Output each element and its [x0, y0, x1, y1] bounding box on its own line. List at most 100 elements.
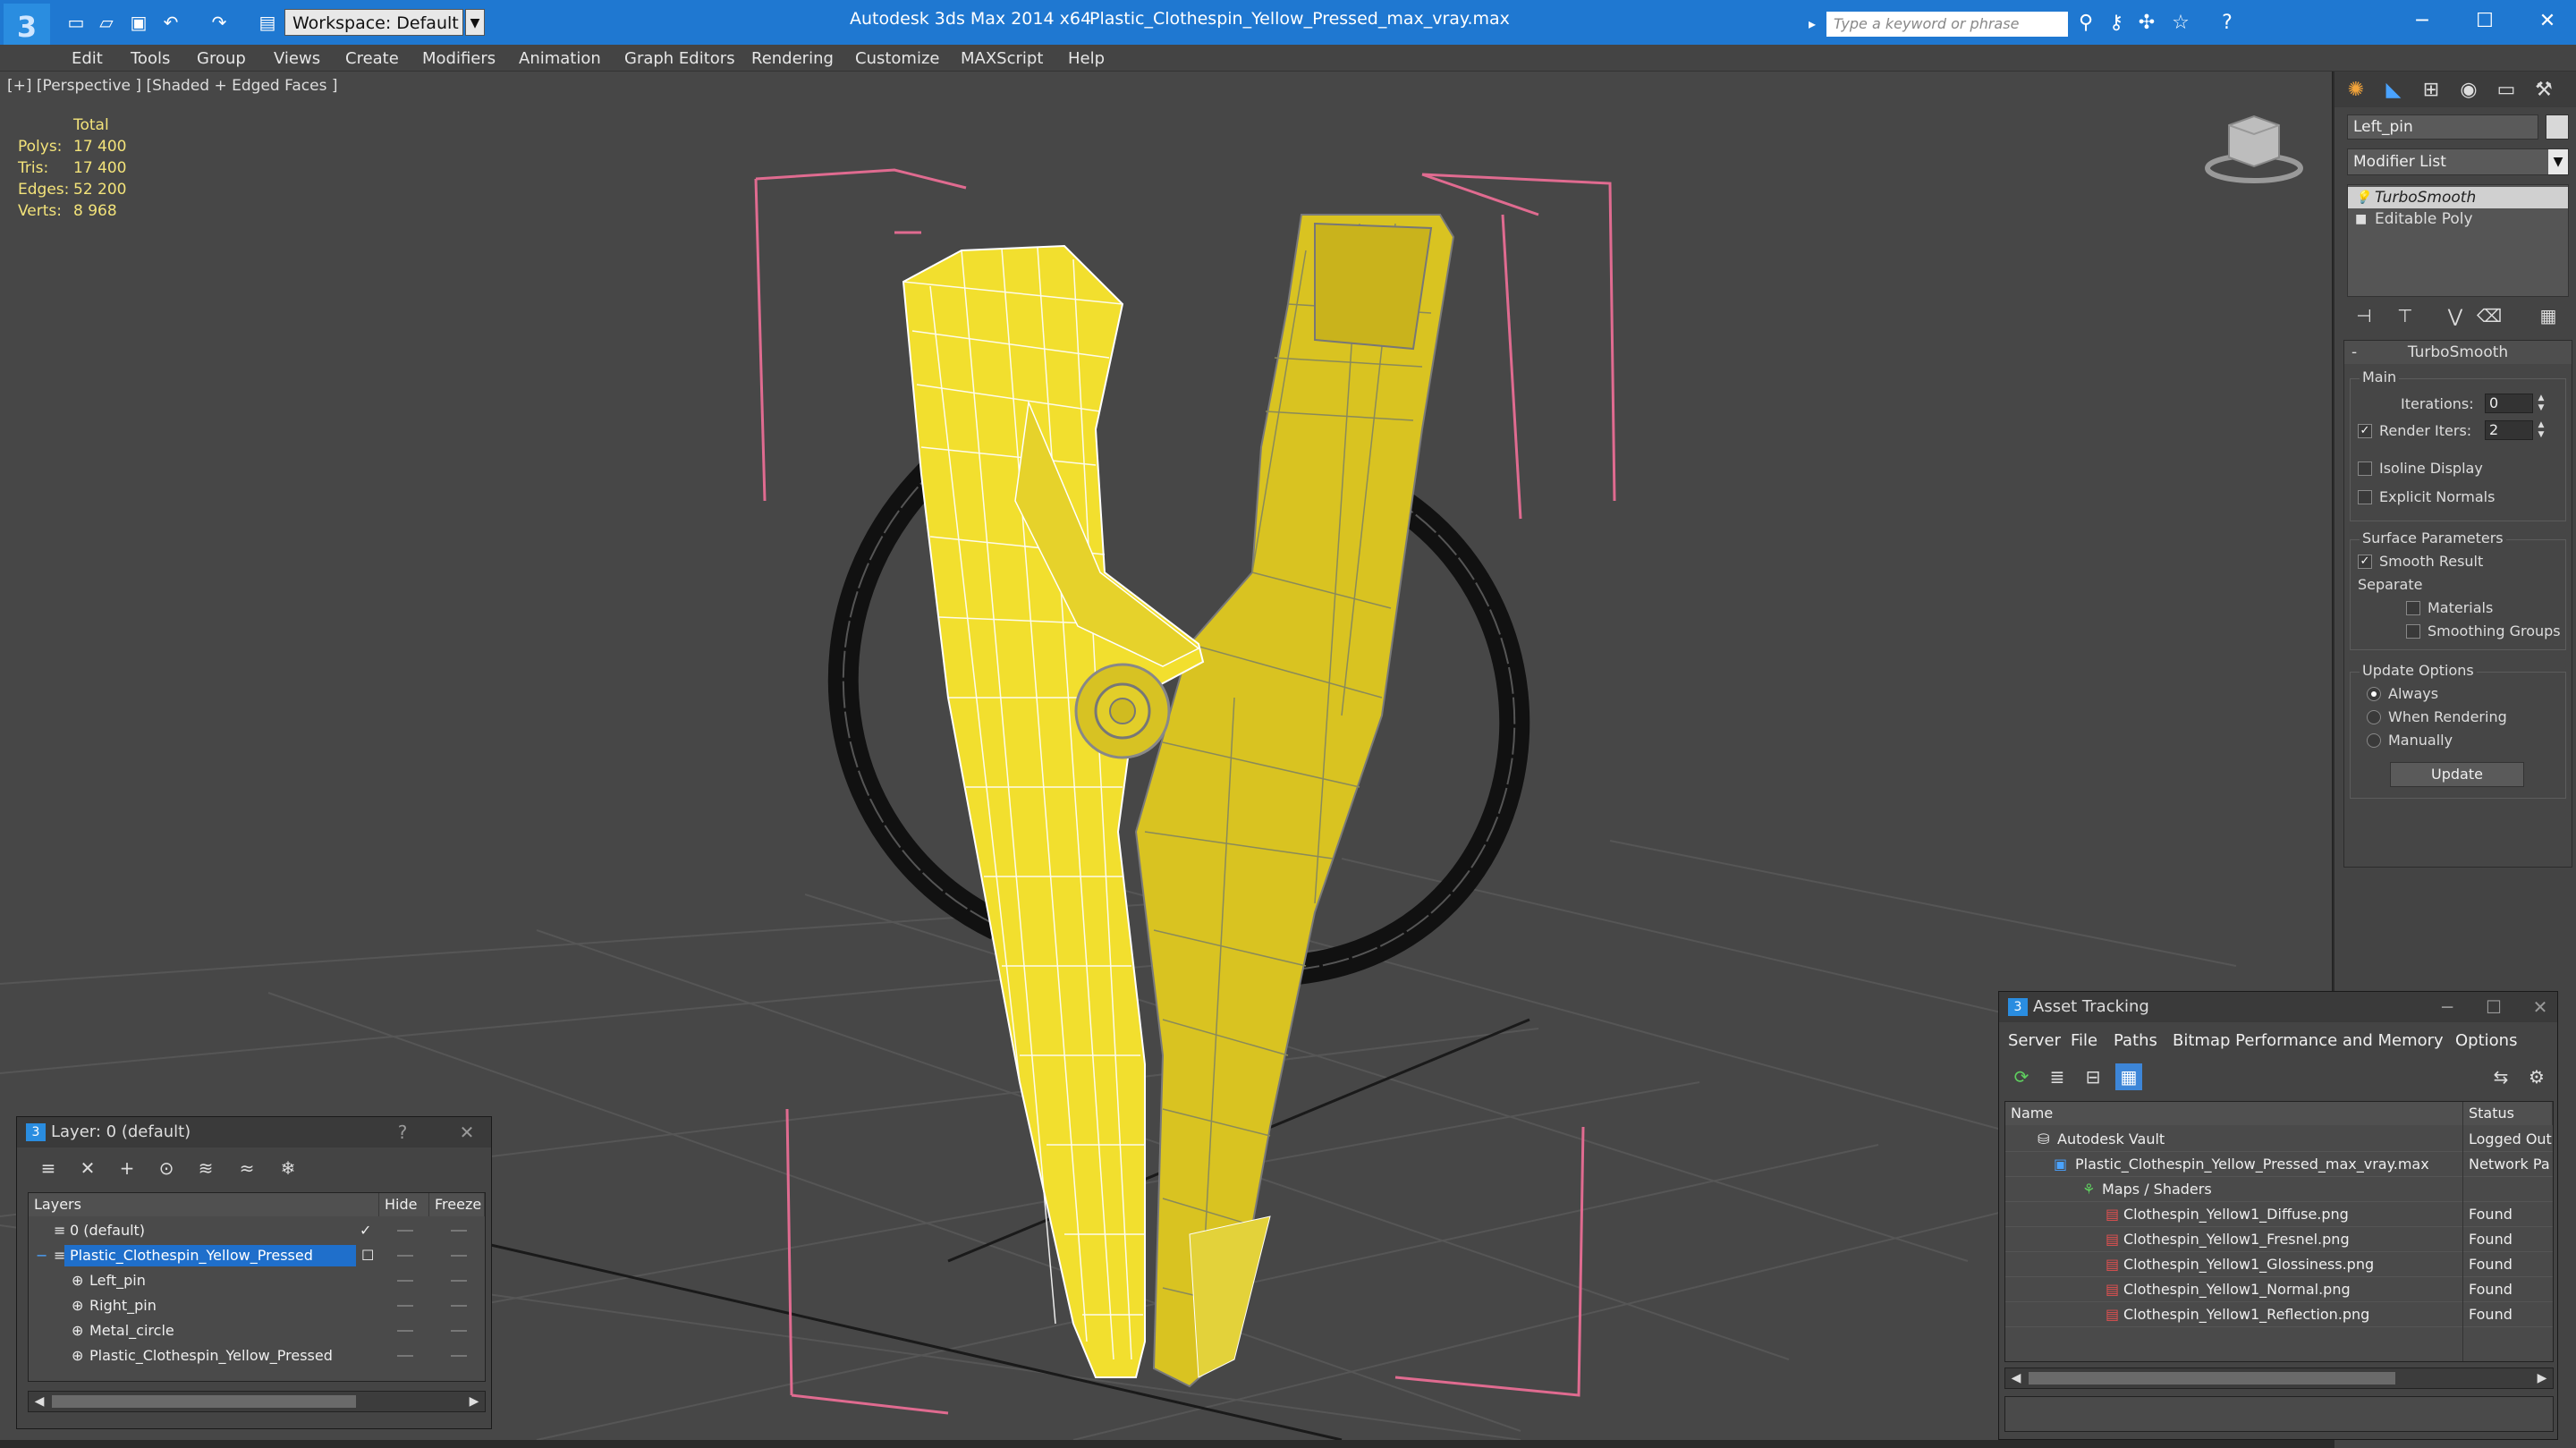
iterations-spin-arrows[interactable]: ▲ ▼ [2535, 394, 2547, 413]
explicit-normals-checkbox[interactable] [2358, 490, 2372, 504]
layer-window-titlebar[interactable]: 3 Layer: 0 (default) ? ✕ [17, 1117, 491, 1147]
minimize-button[interactable]: ─ [2395, 5, 2449, 38]
asset-row[interactable]: ▤ Clothespin_Yellow1_Glossiness.png Foun… [2005, 1252, 2553, 1277]
hide-all-layers-icon[interactable]: ≈ [233, 1155, 260, 1181]
layer-close-button[interactable]: ✕ [452, 1117, 482, 1147]
materials-checkbox[interactable] [2406, 601, 2420, 615]
menu-group[interactable]: Group [197, 49, 246, 68]
scroll-thumb[interactable] [2029, 1372, 2395, 1384]
binoculars-icon[interactable]: ⚲ [2073, 11, 2098, 36]
freeze-all-layers-icon[interactable]: ❄ [275, 1155, 301, 1181]
hide-toggle[interactable] [397, 1280, 413, 1282]
asset-row[interactable]: ▤ Clothespin_Yellow1_Normal.png Found [2005, 1277, 2553, 1302]
layer-horizontal-scrollbar[interactable]: ◀ ▶ [28, 1391, 486, 1412]
stack-item-editable-poly[interactable]: ■ Editable Poly [2348, 208, 2568, 230]
layer-row[interactable]: ⊕ Plastic_Clothespin_Yellow_Pressed [29, 1343, 485, 1368]
freeze-column-header[interactable]: Freeze [429, 1193, 485, 1216]
subscription-icon[interactable]: ✣ [2134, 11, 2159, 36]
asset-status-column-header[interactable]: Status [2463, 1102, 2553, 1125]
maximize-button[interactable]: ☐ [2458, 5, 2512, 38]
layer-row[interactable]: ⊕ Metal_circle [29, 1318, 485, 1343]
delete-layer-icon[interactable]: ✕ [74, 1155, 101, 1181]
scroll-right-icon[interactable]: ▶ [2533, 1368, 2551, 1388]
undo-icon[interactable]: ↶ [159, 11, 182, 34]
asset-horizontal-scrollbar[interactable]: ◀ ▶ [2004, 1368, 2554, 1389]
scroll-thumb[interactable] [52, 1395, 356, 1408]
menu-customize[interactable]: Customize [855, 49, 939, 68]
table-view-icon[interactable]: ▦ [2115, 1063, 2142, 1090]
freeze-toggle[interactable] [451, 1280, 467, 1282]
smooth-result-checkbox[interactable]: ✓ [2358, 555, 2372, 569]
menu-views[interactable]: Views [274, 49, 320, 68]
list-view-icon[interactable]: ≣ [2044, 1063, 2071, 1090]
hide-toggle[interactable] [397, 1330, 413, 1332]
asset-path-field[interactable] [2004, 1396, 2554, 1432]
menu-edit[interactable]: Edit [72, 49, 103, 68]
save-icon[interactable]: ▣ [127, 11, 150, 34]
pin-stack-icon[interactable]: ⊣ [2351, 304, 2377, 327]
collapse-icon[interactable]: - [2351, 341, 2357, 364]
menu-create[interactable]: Create [345, 49, 399, 68]
modifier-list-dropdown[interactable]: Modifier List ▼ [2347, 148, 2569, 175]
menu-modifiers[interactable]: Modifiers [422, 49, 496, 68]
chevron-down-icon[interactable]: ▼ [2548, 149, 2568, 174]
close-button[interactable]: ✕ [2521, 5, 2574, 38]
layer-row[interactable]: − ≡ Plastic_Clothespin_Yellow_Pressed ☐ [29, 1243, 485, 1268]
open-file-icon[interactable]: ▱ [95, 11, 118, 34]
menu-animation[interactable]: Animation [519, 49, 601, 68]
remove-modifier-icon[interactable]: ⌫ [2476, 304, 2503, 327]
hide-toggle[interactable] [397, 1305, 413, 1307]
create-tab-icon[interactable]: ✺ [2340, 77, 2372, 104]
object-color-swatch[interactable] [2546, 114, 2569, 140]
asset-maximize-button[interactable]: ☐ [2479, 992, 2509, 1022]
update-always-radio[interactable] [2367, 687, 2381, 701]
add-to-layer-icon[interactable]: + [114, 1155, 140, 1181]
asset-menu-paths[interactable]: Paths [2114, 1031, 2157, 1050]
asset-menu-bitmap-performance[interactable]: Bitmap Performance and Memory [2173, 1031, 2444, 1050]
asset-row[interactable]: ▣ Plastic_Clothespin_Yellow_Pressed_max_… [2005, 1152, 2553, 1177]
asset-tracking-titlebar[interactable]: 3 Asset Tracking ─ ☐ ✕ [1999, 992, 2557, 1022]
create-layer-icon[interactable]: ≡ [35, 1155, 62, 1181]
favorites-star-icon[interactable]: ☆ [2168, 11, 2193, 36]
make-unique-icon[interactable]: ⋁ [2442, 304, 2469, 327]
menu-maxscript[interactable]: MAXScript [961, 49, 1043, 68]
search-expand-icon[interactable]: ▸ [1809, 12, 1825, 37]
highlight-layer-icon[interactable]: ≋ [192, 1155, 219, 1181]
update-when-rendering-radio[interactable] [2367, 710, 2381, 724]
asset-row[interactable]: ▤ Clothespin_Yellow1_Reflection.png Foun… [2005, 1302, 2553, 1327]
menu-graph-editors[interactable]: Graph Editors [624, 49, 735, 68]
freeze-toggle[interactable] [451, 1305, 467, 1307]
hide-toggle[interactable] [397, 1355, 413, 1357]
viewcube[interactable] [2205, 114, 2303, 183]
motion-tab-icon[interactable]: ◉ [2453, 77, 2485, 104]
workspace-dropdown[interactable]: Workspace: Default [284, 9, 463, 36]
layer-help-button[interactable]: ? [387, 1117, 418, 1147]
asset-close-button[interactable]: ✕ [2525, 992, 2555, 1022]
menu-rendering[interactable]: Rendering [751, 49, 834, 68]
show-end-result-icon[interactable]: ⊤ [2392, 304, 2419, 327]
isoline-display-checkbox[interactable] [2358, 461, 2372, 476]
render-iters-checkbox[interactable]: ✓ [2358, 424, 2372, 438]
freeze-toggle[interactable] [451, 1255, 467, 1257]
lightbulb-icon[interactable]: 💡 [2355, 187, 2370, 208]
layer-row[interactable]: ⊕ Right_pin [29, 1293, 485, 1318]
hide-column-header[interactable]: Hide [379, 1193, 429, 1216]
configure-sets-icon[interactable]: ▦ [2535, 304, 2562, 327]
vault-connect-icon[interactable]: ⇆ [2487, 1063, 2514, 1090]
asset-minimize-button[interactable]: ─ [2432, 992, 2462, 1022]
update-manually-radio[interactable] [2367, 733, 2381, 748]
set-current-box-icon[interactable]: ☐ [361, 1243, 374, 1268]
hide-toggle[interactable] [397, 1230, 413, 1232]
viewport-label[interactable]: [+] [Perspective ] [Shaded + Edged Faces… [7, 77, 337, 95]
key-icon[interactable]: ⚷ [2104, 11, 2129, 36]
menu-tools[interactable]: Tools [131, 49, 170, 68]
search-input[interactable]: Type a keyword or phrase [1826, 12, 2068, 37]
redo-icon[interactable]: ↷ [208, 11, 231, 34]
asset-menu-server[interactable]: Server [2008, 1031, 2061, 1050]
utilities-tab-icon[interactable]: ⚒ [2528, 77, 2560, 104]
expand-icon[interactable]: − [36, 1243, 47, 1268]
refresh-icon[interactable]: ⟳ [2008, 1063, 2035, 1090]
asset-name-column-header[interactable]: Name [2005, 1102, 2463, 1125]
asset-menu-file[interactable]: File [2071, 1031, 2097, 1050]
menu-help[interactable]: Help [1068, 49, 1105, 68]
